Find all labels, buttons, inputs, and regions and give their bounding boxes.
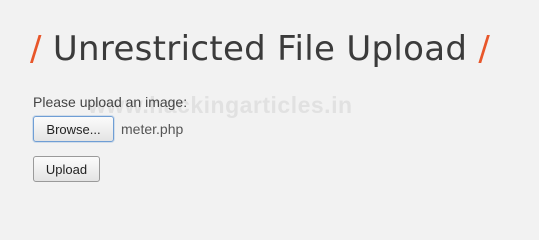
right-slash-decoration: / xyxy=(478,29,491,69)
selected-filename: meter.php xyxy=(121,121,184,137)
browse-button[interactable]: Browse... xyxy=(33,116,114,142)
file-input-row: Browse... meter.php xyxy=(33,116,183,142)
page-heading: / Unrestricted File Upload / xyxy=(30,24,520,74)
left-slash-decoration: / xyxy=(30,29,42,69)
upload-button[interactable]: Upload xyxy=(33,156,100,182)
page-title: Unrestricted File Upload xyxy=(52,29,468,69)
upload-prompt-label: Please upload an image: xyxy=(33,94,188,110)
